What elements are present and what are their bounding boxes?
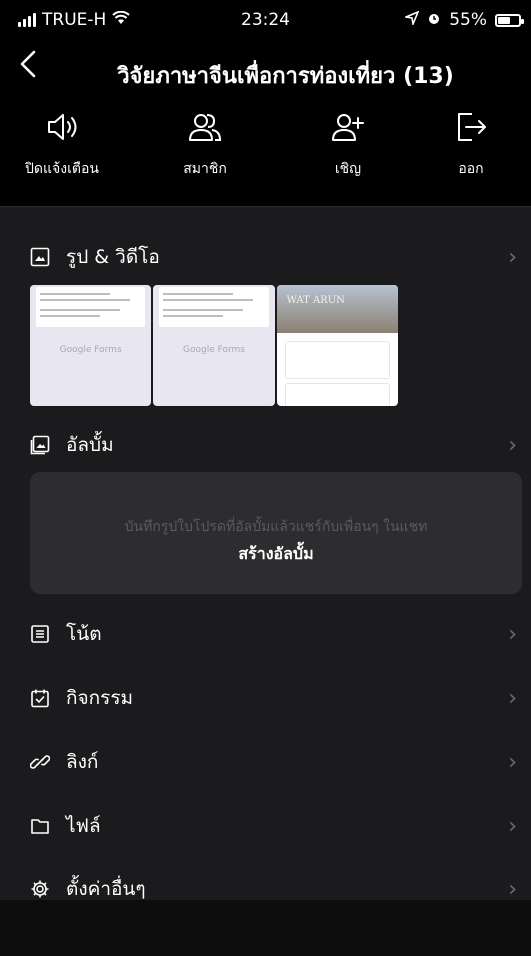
folder-icon bbox=[31, 819, 49, 834]
action-label: สมาชิก bbox=[183, 161, 227, 177]
temple-photo: WAT ARUN bbox=[276, 285, 398, 333]
files-row[interactable]: ไฟล์ › bbox=[0, 803, 531, 849]
notes-label: โน้ต bbox=[66, 623, 102, 645]
leave-icon bbox=[458, 113, 486, 141]
album-label: อัลบั้ม bbox=[66, 434, 114, 456]
photo-caption: WAT ARUN bbox=[286, 295, 345, 306]
page-title: วิจัยภาษาจีนเพื่อการท่องเที่ยว (13) bbox=[117, 64, 454, 89]
media-thumbnail[interactable]: Google Forms bbox=[30, 285, 152, 406]
divider bbox=[0, 206, 531, 207]
link-icon bbox=[30, 755, 50, 769]
note-icon bbox=[31, 625, 49, 643]
bottom-area bbox=[0, 900, 531, 956]
calendar-icon bbox=[31, 689, 49, 708]
create-album-button[interactable]: สร้างอัลบั้ม bbox=[30, 542, 522, 567]
links-label: ลิงก์ bbox=[66, 751, 99, 773]
files-label: ไฟล์ bbox=[66, 815, 101, 837]
media-thumbnails: Google Forms Google Forms WAT ARUN bbox=[30, 285, 398, 406]
chevron-right-icon: › bbox=[508, 813, 517, 839]
media-thumbnail[interactable]: Google Forms bbox=[153, 285, 275, 406]
chevron-right-icon: › bbox=[508, 685, 517, 711]
battery-icon bbox=[495, 13, 524, 27]
alarm-icon bbox=[427, 10, 441, 30]
mute-notifications-button[interactable]: ปิดแจ้งเตือน bbox=[12, 110, 112, 180]
action-label: ออก bbox=[458, 161, 484, 177]
leave-button[interactable]: ออก bbox=[421, 110, 521, 180]
members-button[interactable]: สมาชิก bbox=[155, 110, 255, 180]
invite-button[interactable]: เชิญ bbox=[298, 110, 398, 180]
group-settings-screen: TRUE-H 23:24 55% วิจัยภาษาจีนเพื่อการท่อ… bbox=[0, 0, 531, 956]
back-button[interactable] bbox=[20, 50, 36, 86]
form-footer-text: Google Forms bbox=[183, 345, 245, 355]
action-label: เชิญ bbox=[334, 161, 362, 177]
create-album-box[interactable]: บันทึกรูปใบโปรดที่อัลบั้มแล้วแชร์กับเพื่… bbox=[30, 472, 522, 594]
status-bar: TRUE-H 23:24 55% bbox=[0, 0, 531, 40]
invite-icon bbox=[332, 114, 364, 141]
album-hint: บันทึกรูปใบโปรดที่อัลบั้มแล้วแชร์กับเพื่… bbox=[124, 519, 428, 535]
links-row[interactable]: ลิงก์ › bbox=[0, 739, 531, 785]
chevron-right-icon: › bbox=[508, 749, 517, 775]
location-icon bbox=[403, 10, 420, 30]
chevron-right-icon: › bbox=[508, 432, 517, 458]
chevron-right-icon: › bbox=[508, 244, 517, 270]
chevron-right-icon: › bbox=[508, 621, 517, 647]
events-row[interactable]: กิจกรรม › bbox=[0, 675, 531, 721]
media-thumbnail[interactable]: WAT ARUN bbox=[276, 285, 398, 406]
form-footer-text: Google Forms bbox=[59, 345, 122, 355]
photos-videos-row[interactable]: รูป & วิดีโอ › bbox=[0, 234, 531, 280]
chevron-right-icon: › bbox=[508, 876, 517, 902]
events-label: กิจกรรม bbox=[66, 687, 134, 709]
album-row[interactable]: อัลบั้ม › bbox=[0, 422, 531, 468]
battery-percent: 55% bbox=[449, 10, 487, 30]
members-icon bbox=[189, 114, 222, 141]
nav-bar: วิจัยภาษาจีนเพื่อการท่องเที่ยว (13) bbox=[0, 40, 531, 100]
gear-icon bbox=[31, 880, 49, 898]
notes-row[interactable]: โน้ต › bbox=[0, 611, 531, 657]
action-bar: ปิดแจ้งเตือน สมาชิก เชิญ ออก bbox=[0, 100, 531, 206]
photos-videos-label: รูป & วิดีโอ bbox=[66, 246, 160, 268]
speaker-icon bbox=[48, 114, 77, 140]
album-icon bbox=[30, 435, 50, 455]
image-icon bbox=[30, 247, 50, 267]
action-label: ปิดแจ้งเตือน bbox=[25, 161, 99, 177]
